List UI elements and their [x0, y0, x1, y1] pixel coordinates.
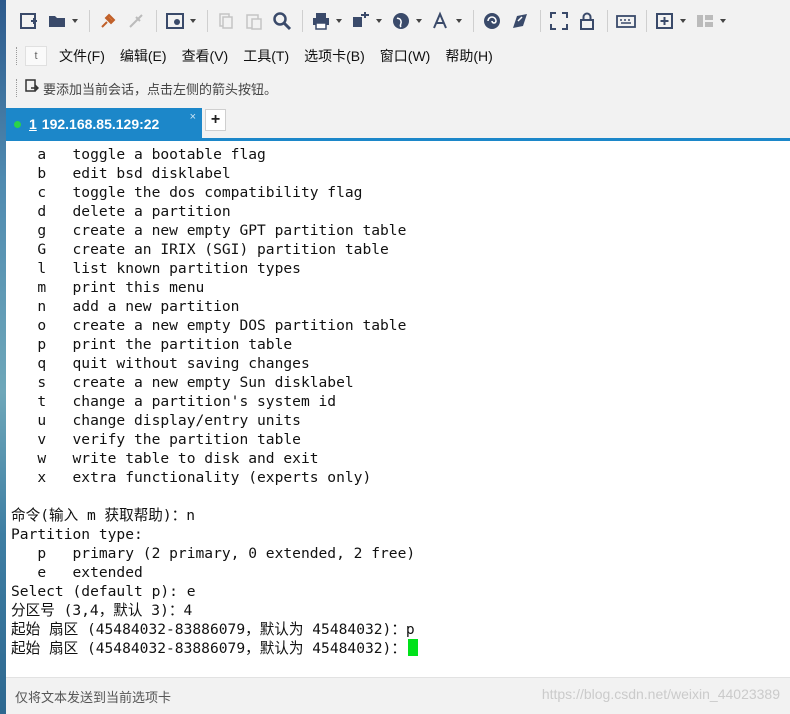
- tab-bar: 1 192.168.85.129:22 × +: [6, 106, 790, 140]
- toolbar-separator: [89, 10, 90, 32]
- paste-icon[interactable]: [241, 8, 267, 34]
- menu-file[interactable]: 文件(F): [59, 46, 105, 66]
- print-dropdown-icon[interactable]: [336, 8, 344, 34]
- terminal-line: 命令(输入 m 获取帮助)：n: [11, 507, 196, 524]
- tab-host: 192.168.85.129:22: [41, 116, 160, 132]
- terminal-line: o create a new empty DOS partition table: [11, 317, 407, 334]
- settings-dropdown-icon[interactable]: [190, 8, 198, 34]
- terminal-prompt-line[interactable]: 起始 扇区 (45484032-83886079，默认为 45484032)：: [11, 639, 790, 658]
- toolbar-separator: [156, 10, 157, 32]
- terminal-line: u change display/entry units: [11, 412, 301, 429]
- terminal-line: t change a partition's system id: [11, 393, 337, 410]
- session-hint-bar: 要添加当前会话，点击左侧的箭头按钮。: [6, 70, 790, 106]
- menu-tabs[interactable]: 选项卡(B): [304, 46, 365, 66]
- terminal-line: G create an IRIX (SGI) partition table: [11, 241, 389, 258]
- tab-number: 1: [29, 116, 37, 132]
- terminal-line: d delete a partition: [11, 203, 231, 220]
- terminal-line: n add a new partition: [11, 298, 240, 315]
- toolbar-separator: [302, 10, 303, 32]
- terminal-line: Partition type:: [11, 526, 143, 543]
- fullscreen-icon[interactable]: [546, 8, 572, 34]
- terminal-line: s create a new empty Sun disklabel: [11, 374, 354, 391]
- terminal-line: m print this menu: [11, 279, 205, 296]
- terminal-cursor: [407, 639, 418, 656]
- xftp-icon[interactable]: [507, 8, 533, 34]
- menu-window[interactable]: 窗口(W): [380, 46, 431, 66]
- tab-label: 1 192.168.85.129:22: [29, 116, 159, 132]
- add-session-arrow-icon[interactable]: [25, 78, 40, 98]
- menu-bar: t 文件(F) 编辑(E) 查看(V) 工具(T) 选项卡(B) 窗口(W) 帮…: [6, 42, 790, 70]
- open-folder-icon[interactable]: [44, 8, 70, 34]
- tab-session-1[interactable]: 1 192.168.85.129:22 ×: [6, 108, 202, 140]
- lock-icon[interactable]: [574, 8, 600, 34]
- terminal-output[interactable]: a toggle a bootable flag b edit bsd disk…: [6, 141, 790, 677]
- settings-icon[interactable]: [162, 8, 188, 34]
- watermark: https://blog.csdn.net/weixin_44023389: [541, 686, 780, 702]
- menu-tools[interactable]: 工具(T): [243, 46, 289, 66]
- menu-edit[interactable]: 编辑(E): [120, 46, 167, 66]
- compose-bar-text: 仅将文本发送到当前选项卡: [15, 689, 172, 705]
- transfer-dropdown-icon[interactable]: [376, 8, 384, 34]
- keyboard-icon[interactable]: [613, 8, 639, 34]
- toolbar: [6, 0, 790, 42]
- toolbar-separator: [473, 10, 474, 32]
- terminal-line: g create a new empty GPT partition table: [11, 222, 407, 239]
- menu-help[interactable]: 帮助(H): [445, 46, 492, 66]
- terminal-line: c toggle the dos compatibility flag: [11, 184, 363, 201]
- hint-text: 要添加当前会话，点击左侧的箭头按钮。: [43, 81, 278, 97]
- terminal-line: Select (default p): e: [11, 583, 196, 600]
- terminal-line: 分区号 (3,4，默认 3)：4: [11, 602, 193, 619]
- layout-icon[interactable]: [692, 8, 718, 34]
- copy-icon[interactable]: [213, 8, 239, 34]
- terminal-line: b edit bsd disklabel: [11, 165, 231, 182]
- new-tab-button[interactable]: +: [205, 109, 226, 131]
- transfer-icon[interactable]: [348, 8, 374, 34]
- terminal-prompt: 起始 扇区 (45484032-83886079，默认为 45484032)：: [11, 640, 406, 657]
- menu-view[interactable]: 查看(V): [182, 46, 229, 66]
- toolbar-separator: [646, 10, 647, 32]
- terminal-line: p print the partition table: [11, 336, 293, 353]
- font-icon[interactable]: [428, 8, 454, 34]
- terminal-line: 起始 扇区 (45484032-83886079，默认为 45484032)：p: [11, 621, 415, 638]
- terminal-line: e extended: [11, 564, 143, 581]
- terminal-line: v verify the partition table: [11, 431, 301, 448]
- toolbar-separator: [207, 10, 208, 32]
- terminal-line: w write table to disk and exit: [11, 450, 319, 467]
- globe-icon[interactable]: [388, 8, 414, 34]
- tab-close-icon[interactable]: ×: [190, 111, 196, 123]
- layout-dropdown-icon[interactable]: [720, 8, 728, 34]
- terminal-line: x extra functionality (experts only): [11, 469, 372, 486]
- connection-status-icon: [14, 120, 21, 128]
- menu-grip: [16, 47, 19, 65]
- add-pane-icon[interactable]: [652, 8, 678, 34]
- print-icon[interactable]: [308, 8, 334, 34]
- script-icon[interactable]: [479, 8, 505, 34]
- new-session-icon[interactable]: [16, 8, 42, 34]
- disconnect-icon[interactable]: [123, 8, 149, 34]
- toolbar-separator: [607, 10, 608, 32]
- open-dropdown-icon[interactable]: [72, 8, 80, 34]
- add-pane-dropdown-icon[interactable]: [680, 8, 688, 34]
- globe-dropdown-icon[interactable]: [416, 8, 424, 34]
- menu-app-icon[interactable]: t: [25, 46, 47, 66]
- find-icon[interactable]: [269, 8, 295, 34]
- font-dropdown-icon[interactable]: [456, 8, 464, 34]
- connect-icon[interactable]: [95, 8, 121, 34]
- terminal-line: p primary (2 primary, 0 extended, 2 free…: [11, 545, 416, 562]
- terminal-line: q quit without saving changes: [11, 355, 310, 372]
- terminal-line: a toggle a bootable flag: [11, 146, 266, 163]
- hint-grip: [16, 79, 19, 97]
- toolbar-separator: [540, 10, 541, 32]
- terminal-line: l list known partition types: [11, 260, 301, 277]
